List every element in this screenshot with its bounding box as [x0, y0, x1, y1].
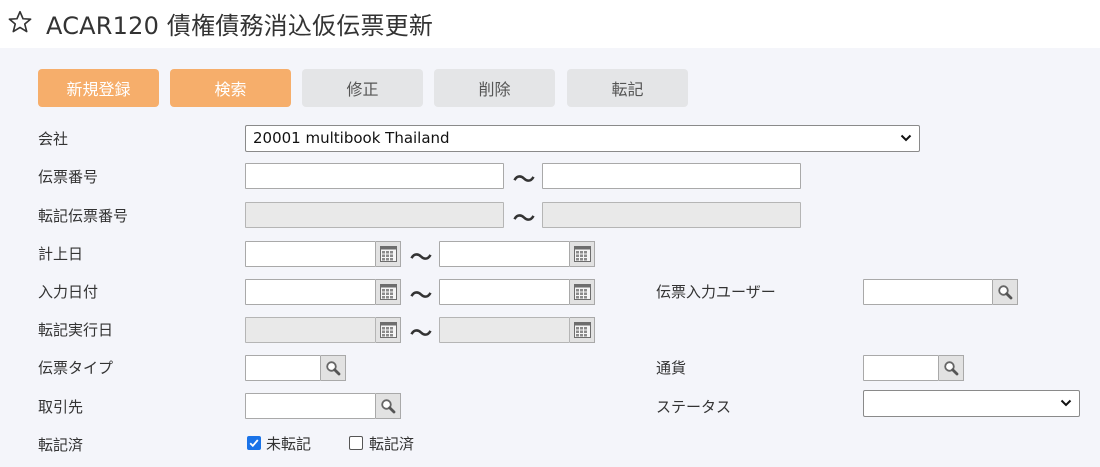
booking-date-label: 計上日 — [38, 245, 84, 263]
search-icon — [326, 361, 341, 376]
range-separator: ～ — [410, 246, 433, 271]
booking-date-from-input[interactable] — [245, 241, 376, 267]
partner-input[interactable] — [245, 393, 376, 419]
page-title: ACAR120 債権債務消込仮伝票更新 — [46, 12, 434, 40]
input-date-label: 入力日付 — [38, 283, 99, 301]
calendar-button[interactable] — [376, 241, 401, 267]
range-separator: ～ — [410, 322, 433, 347]
posted-label: 転記済 — [38, 436, 84, 454]
new-button[interactable]: 新規登録 — [38, 69, 159, 107]
company-select[interactable]: 20001 multibook Thailand — [245, 125, 920, 152]
posted-voucher-no-label: 転記伝票番号 — [38, 207, 129, 225]
lookup-button[interactable] — [993, 279, 1018, 305]
post-button[interactable]: 転記 — [567, 69, 688, 107]
booking-date-to-input[interactable] — [439, 241, 570, 267]
posted-voucher-no-from-input — [245, 202, 504, 228]
search-icon — [944, 361, 959, 376]
calendar-button[interactable] — [376, 317, 401, 343]
calendar-icon — [573, 284, 591, 300]
voucher-type-label: 伝票タイプ — [38, 359, 114, 377]
status-select[interactable] — [863, 390, 1080, 417]
calendar-icon — [379, 284, 397, 300]
partner-label: 取引先 — [38, 398, 84, 416]
calendar-button[interactable] — [570, 279, 595, 305]
unposted-checkbox-label: 未転記 — [266, 435, 312, 453]
voucher-type-input[interactable] — [245, 355, 321, 381]
voucher-no-to-input[interactable] — [542, 163, 801, 189]
checkmark-icon — [249, 439, 259, 448]
voucher-no-from-input[interactable] — [245, 163, 504, 189]
input-date-from-input[interactable] — [245, 279, 376, 305]
post-exec-date-to-input — [439, 317, 570, 343]
voucher-no-label: 伝票番号 — [38, 168, 99, 186]
calendar-icon — [379, 322, 397, 338]
calendar-button[interactable] — [376, 279, 401, 305]
voucher-input-user-label: 伝票入力ユーザー — [656, 283, 776, 301]
calendar-icon — [573, 246, 591, 262]
posted-checkbox-label: 転記済 — [369, 435, 415, 453]
calendar-button[interactable] — [570, 317, 595, 343]
post-exec-date-from-input — [245, 317, 376, 343]
status-label: ステータス — [656, 398, 732, 416]
range-separator: ～ — [513, 168, 536, 193]
search-icon — [998, 285, 1013, 300]
lookup-button[interactable] — [376, 393, 401, 419]
favorite-star-icon[interactable] — [7, 9, 33, 35]
calendar-icon — [573, 322, 591, 338]
currency-label: 通貨 — [656, 359, 687, 377]
chevron-down-icon — [900, 134, 912, 142]
range-separator: ～ — [513, 207, 536, 232]
chevron-down-icon — [1060, 399, 1072, 407]
input-date-to-input[interactable] — [439, 279, 570, 305]
post-exec-date-label: 転記実行日 — [38, 321, 114, 339]
currency-input[interactable] — [863, 355, 939, 381]
company-label: 会社 — [38, 130, 69, 148]
unposted-checkbox[interactable] — [247, 436, 261, 450]
search-button[interactable]: 検索 — [170, 69, 291, 107]
posted-checkbox[interactable] — [349, 436, 363, 450]
posted-voucher-no-to-input — [542, 202, 801, 228]
calendar-icon — [379, 246, 397, 262]
lookup-button[interactable] — [321, 355, 346, 381]
company-select-value: 20001 multibook Thailand — [253, 129, 450, 147]
delete-button[interactable]: 削除 — [434, 69, 555, 107]
calendar-button[interactable] — [570, 241, 595, 267]
voucher-input-user-input[interactable] — [863, 279, 993, 305]
lookup-button[interactable] — [939, 355, 964, 381]
range-separator: ～ — [410, 284, 433, 309]
page-header: ACAR120 債権債務消込仮伝票更新 — [0, 0, 1100, 48]
search-icon — [381, 399, 396, 414]
edit-button[interactable]: 修正 — [302, 69, 423, 107]
